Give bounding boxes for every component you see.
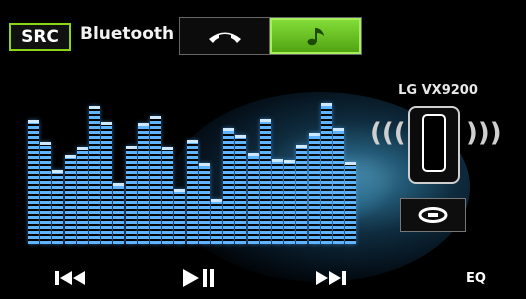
header-bar: SRC Bluetooth <box>0 0 526 58</box>
equalizer-bar <box>77 147 88 244</box>
equalizer-bar <box>260 119 271 244</box>
link-icon <box>418 207 448 223</box>
equalizer-bar <box>309 133 320 244</box>
equalizer-bar <box>296 145 307 244</box>
phone-device-icon <box>403 104 465 186</box>
signal-wave-right-icon: ))) <box>466 118 502 148</box>
play-pause-icon <box>183 269 214 287</box>
equalizer-visualizer <box>28 102 358 244</box>
equalizer-bar <box>150 116 161 244</box>
equalizer-bar <box>187 140 198 244</box>
phone-outline <box>408 106 460 184</box>
equalizer-bar <box>284 160 295 244</box>
equalizer-bar <box>89 106 100 244</box>
src-button[interactable]: SRC <box>9 23 71 51</box>
equalizer-bar <box>345 162 356 244</box>
phone-handset-icon <box>209 32 241 43</box>
skip-next-icon <box>316 271 346 285</box>
equalizer-bar <box>101 122 112 244</box>
equalizer-bar <box>235 135 246 244</box>
equalizer-bar <box>113 183 124 244</box>
tab-phone[interactable] <box>180 18 270 54</box>
phone-screen <box>422 114 446 172</box>
signal-wave-left-icon: ((( <box>370 118 406 148</box>
equalizer-bar <box>333 128 344 244</box>
previous-track-button[interactable] <box>45 264 95 292</box>
equalizer-bar <box>199 163 210 244</box>
playback-controls: EQ <box>0 256 526 299</box>
equalizer-bar <box>211 199 222 244</box>
next-track-button[interactable] <box>306 264 356 292</box>
equalizer-bar <box>162 147 173 244</box>
mode-tab-bar <box>179 17 362 55</box>
equalizer-bar <box>321 103 332 244</box>
device-name: LG VX9200 <box>398 83 478 98</box>
connect-button[interactable] <box>400 198 466 232</box>
equalizer-bar <box>272 159 283 244</box>
equalizer-bar <box>52 170 63 244</box>
equalizer-bar <box>223 128 234 244</box>
equalizer-bar <box>174 189 185 244</box>
equalizer-bar <box>248 153 259 244</box>
tab-music[interactable] <box>270 18 361 54</box>
equalizer-bar <box>40 142 51 244</box>
eq-button[interactable]: EQ <box>456 264 496 292</box>
music-note-icon <box>307 28 324 46</box>
equalizer-bar <box>65 155 76 244</box>
equalizer-bar <box>138 123 149 244</box>
equalizer-bar <box>126 146 137 244</box>
page-title: Bluetooth <box>80 24 175 44</box>
play-pause-button[interactable] <box>172 264 222 292</box>
skip-previous-icon <box>55 271 85 285</box>
equalizer-bar <box>28 120 39 244</box>
